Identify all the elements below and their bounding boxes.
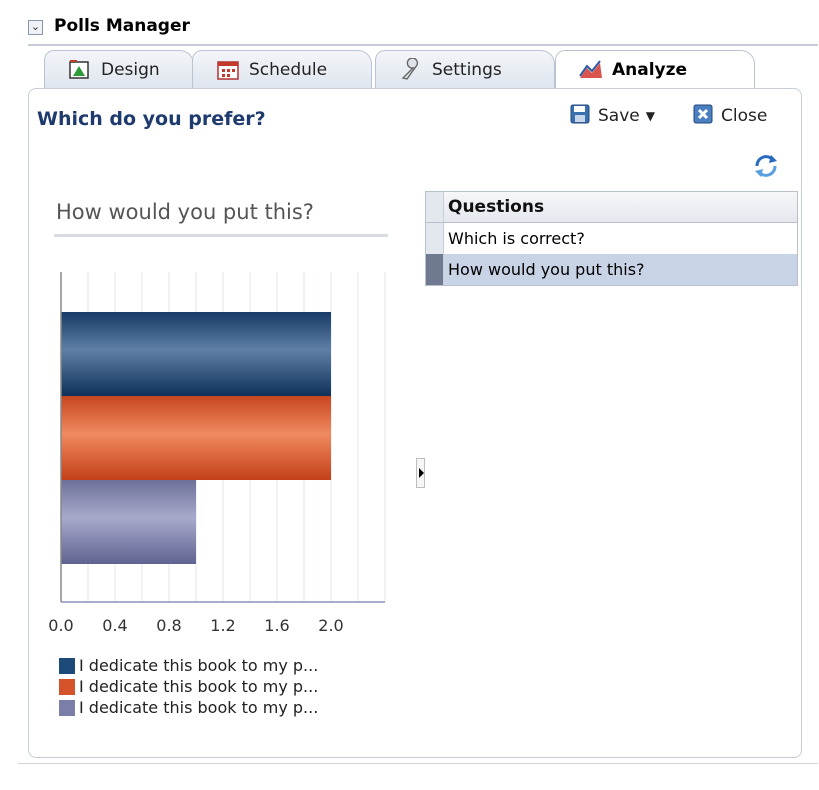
row-gutter: [426, 223, 444, 254]
bar-series-1[interactable]: [61, 312, 331, 396]
legend-label: I dedicate this book to my p...: [79, 677, 319, 696]
table-row[interactable]: Which is correct?: [426, 223, 797, 254]
legend-item-3: I dedicate this book to my p...: [59, 698, 318, 717]
save-button[interactable]: Save ▼: [570, 103, 655, 129]
legend-item-2: I dedicate this book to my p...: [59, 677, 318, 696]
legend-label: I dedicate this book to my p...: [79, 656, 319, 675]
save-label: Save: [598, 106, 640, 126]
tab-analyze-label: Analyze: [612, 59, 688, 80]
chart-title: How would you put this?: [56, 200, 314, 224]
bar-series-3[interactable]: [61, 480, 196, 564]
tab-settings[interactable]: Settings: [375, 50, 555, 88]
polls-manager-header: ⌄ Polls Manager: [28, 14, 818, 46]
x-tick-label: 0.8: [156, 616, 181, 635]
poll-results-chart: 0.0 0.4 0.8 1.2 1.6 2.0: [48, 272, 386, 635]
chart-icon: [578, 58, 604, 82]
table-row-selected[interactable]: How would you put this?: [426, 254, 797, 285]
x-tick-label: 0.0: [48, 616, 73, 635]
x-tick-label: 1.2: [210, 616, 235, 635]
chevron-right-icon: [419, 468, 424, 478]
row-gutter: [426, 192, 444, 222]
tab-settings-label: Settings: [432, 59, 502, 80]
bar-series-2[interactable]: [61, 396, 331, 480]
x-tick-label: 1.6: [264, 616, 289, 635]
close-label: Close: [721, 106, 768, 126]
chevron-down-icon[interactable]: ▼: [646, 109, 655, 123]
legend-item-1: I dedicate this book to my p...: [59, 656, 318, 675]
tab-design[interactable]: Design: [44, 50, 194, 88]
chart-title-divider: [54, 234, 388, 237]
refresh-icon[interactable]: [751, 152, 781, 180]
tab-design-label: Design: [101, 59, 160, 80]
tab-schedule[interactable]: Schedule: [192, 50, 372, 88]
panel-splitter-toggle[interactable]: [416, 458, 425, 488]
legend-label: I dedicate this book to my p...: [79, 698, 319, 717]
question-cell: Which is correct?: [448, 229, 585, 248]
legend-swatch: [59, 699, 75, 716]
question-cell: How would you put this?: [448, 260, 645, 279]
questions-table-header: Questions: [426, 192, 797, 223]
tab-analyze[interactable]: Analyze: [555, 50, 755, 88]
calendar-icon: [215, 58, 241, 82]
poll-title: Which do you prefer?: [37, 108, 266, 130]
panel-bottom-divider: [18, 763, 818, 764]
legend-swatch: [59, 678, 75, 695]
save-icon: [570, 104, 590, 129]
design-icon: [67, 58, 93, 82]
wrench-icon: [398, 56, 424, 82]
questions-column-header[interactable]: Questions: [448, 197, 544, 217]
collapse-chevron-icon[interactable]: ⌄: [28, 20, 43, 35]
row-gutter: [426, 254, 444, 285]
x-tick-label: 0.4: [102, 616, 127, 635]
tab-schedule-label: Schedule: [249, 59, 328, 80]
close-button[interactable]: Close: [693, 103, 767, 129]
legend-swatch: [59, 657, 75, 674]
close-icon: [693, 104, 713, 129]
header-title: Polls Manager: [54, 16, 190, 36]
x-tick-label: 2.0: [318, 616, 343, 635]
questions-table: Questions Which is correct? How would yo…: [425, 191, 798, 286]
